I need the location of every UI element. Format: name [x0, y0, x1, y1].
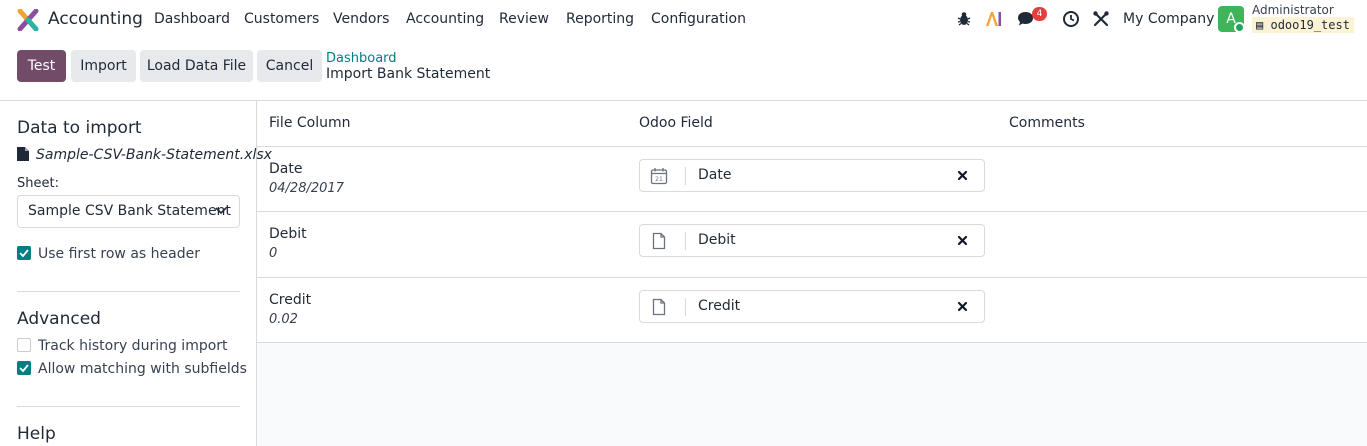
field-select-date[interactable]: 21 Date [639, 159, 985, 192]
file-icon [17, 147, 29, 161]
menu-reporting[interactable]: Reporting [566, 11, 634, 27]
sheet-label: Sheet: [17, 176, 59, 191]
sidebar-divider [17, 406, 240, 407]
field-select-credit[interactable]: Credit [639, 290, 985, 323]
column-sample: 04/28/2017 [269, 181, 344, 196]
messages-count-badge: 4 [1032, 7, 1047, 21]
cancel-button[interactable]: Cancel [257, 50, 322, 82]
top-navbar: Accounting Dashboard Customers Vendors A… [0, 0, 1367, 40]
field-select-debit[interactable]: Debit [639, 224, 985, 257]
header-odoo-field: Odoo Field [639, 115, 713, 131]
test-button[interactable]: Test [17, 50, 66, 82]
field-label: Date [698, 167, 732, 183]
use-first-row-header-label: Use first row as header [38, 246, 200, 262]
import-button[interactable]: Import [71, 50, 136, 82]
allow-subfields-label: Allow matching with subfields [38, 361, 247, 377]
page-title: Import Bank Statement [326, 66, 491, 82]
file-name: Sample-CSV-Bank-Statement.xlsx [36, 147, 272, 163]
document-icon [652, 298, 666, 316]
use-first-row-header-option[interactable]: Use first row as header [17, 246, 200, 262]
accounting-app-icon[interactable] [17, 9, 39, 31]
database-badge: ▤ odoo19_test [1252, 17, 1354, 33]
column-name: Debit [269, 226, 307, 242]
data-to-import-title: Data to import [17, 118, 142, 138]
field-divider [685, 298, 686, 316]
allow-subfields-option[interactable]: Allow matching with subfields [17, 361, 247, 377]
column-name: Credit [269, 292, 312, 308]
close-icon[interactable] [957, 235, 968, 246]
track-history-checkbox[interactable] [17, 338, 31, 352]
ai-icon[interactable] [984, 10, 1002, 28]
table-divider [257, 277, 1367, 278]
company-switcher[interactable]: My Company [1123, 11, 1214, 27]
sheet-select-value: Sample CSV Bank Statement [28, 203, 231, 219]
menu-vendors[interactable]: Vendors [333, 11, 389, 27]
database-icon: ▤ [1256, 18, 1264, 32]
user-name[interactable]: Administrator [1252, 3, 1334, 17]
help-title: Help [17, 424, 56, 444]
menu-customers[interactable]: Customers [244, 11, 319, 27]
close-icon[interactable] [957, 301, 968, 312]
menu-accounting[interactable]: Accounting [406, 11, 484, 27]
online-status-dot [1234, 22, 1245, 33]
tools-icon[interactable] [1092, 10, 1110, 28]
field-label: Credit [698, 298, 741, 314]
sidebar-divider [17, 291, 240, 292]
load-data-file-button[interactable]: Load Data File [140, 50, 253, 82]
menu-review[interactable]: Review [499, 11, 549, 27]
calendar-icon: 21 [650, 168, 668, 185]
chevron-down-icon [215, 207, 227, 215]
table-divider [257, 211, 1367, 212]
field-label: Debit [698, 232, 736, 248]
table-divider [257, 146, 1367, 147]
close-icon[interactable] [957, 170, 968, 181]
field-divider [685, 167, 686, 185]
field-divider [685, 232, 686, 250]
document-icon [652, 232, 666, 250]
allow-subfields-checkbox[interactable] [17, 361, 31, 375]
table-empty-area [257, 343, 1367, 446]
menu-dashboard[interactable]: Dashboard [154, 11, 230, 27]
column-sample: 0.02 [269, 312, 298, 327]
svg-text:21: 21 [655, 176, 663, 183]
header-file-column: File Column [269, 115, 351, 131]
sheet-select[interactable]: Sample CSV Bank Statement [17, 195, 240, 228]
bug-icon[interactable] [955, 10, 973, 28]
advanced-title: Advanced [17, 309, 101, 329]
track-history-option[interactable]: Track history during import [17, 338, 228, 354]
column-sample: 0 [269, 246, 278, 261]
breadcrumb-dashboard[interactable]: Dashboard [326, 51, 397, 66]
clock-icon[interactable] [1062, 10, 1080, 28]
header-comments: Comments [1009, 115, 1085, 131]
app-name[interactable]: Accounting [48, 9, 143, 29]
track-history-label: Track history during import [38, 338, 228, 354]
file-name-row: Sample-CSV-Bank-Statement.xlsx [17, 147, 272, 163]
column-name: Date [269, 161, 303, 177]
menu-configuration[interactable]: Configuration [651, 11, 746, 27]
use-first-row-header-checkbox[interactable] [17, 246, 31, 260]
database-name: odoo19_test [1270, 18, 1350, 32]
